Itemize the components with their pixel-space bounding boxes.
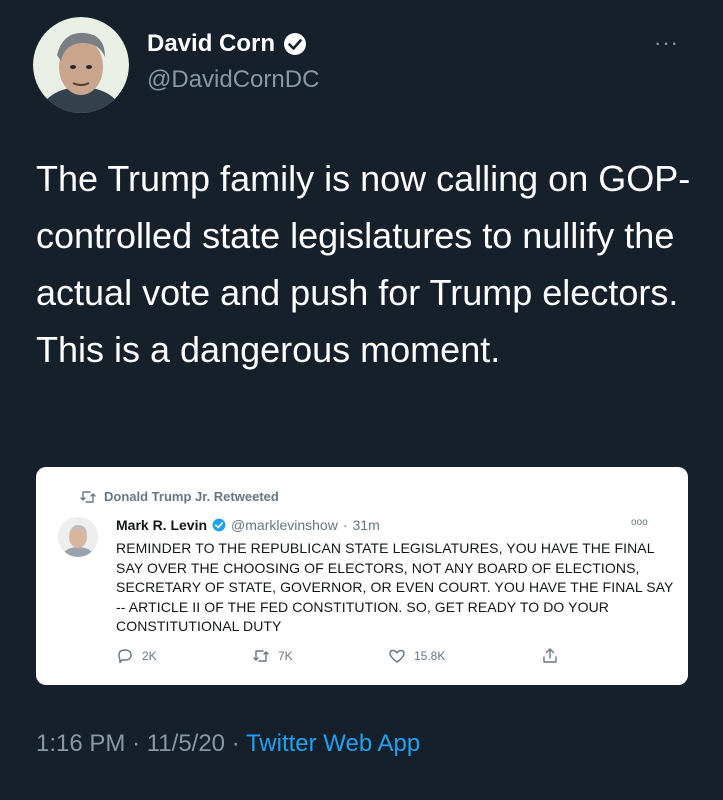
reply-icon bbox=[118, 649, 132, 664]
like-button[interactable]: 15.8K bbox=[388, 647, 445, 665]
separator-dot: · bbox=[132, 730, 141, 757]
retweet-icon bbox=[253, 650, 269, 662]
more-dots-icon[interactable]: ··· bbox=[654, 30, 679, 56]
tweet-time[interactable]: 1:16 PM bbox=[36, 730, 125, 757]
like-count: 15.8K bbox=[414, 649, 446, 663]
share-button[interactable] bbox=[541, 647, 559, 665]
quoted-time[interactable]: 31m bbox=[353, 517, 380, 533]
retweet-count: 7K bbox=[278, 649, 293, 663]
embedded-tweet-card[interactable]: Donald Trump Jr. Retweeted Mark R. Levin… bbox=[36, 467, 688, 685]
retweet-note-text: Donald Trump Jr. Retweeted bbox=[104, 489, 279, 504]
verified-badge-icon bbox=[212, 518, 226, 532]
quoted-tweet-text: REMINDER TO THE REPUBLICAN STATE LEGISLA… bbox=[116, 540, 674, 634]
quoted-author-handle[interactable]: @marklevinshow bbox=[231, 517, 338, 533]
quoted-author-name[interactable]: Mark R. Levin bbox=[116, 517, 207, 533]
retweet-icon bbox=[80, 490, 96, 503]
separator-dot: · bbox=[342, 517, 348, 533]
retweet-button[interactable]: 7K bbox=[252, 647, 293, 665]
author-name[interactable]: David Corn bbox=[147, 30, 275, 58]
separator-dot: · bbox=[231, 730, 240, 757]
quoted-author-avatar[interactable] bbox=[58, 517, 98, 557]
author-avatar[interactable] bbox=[33, 17, 129, 113]
verified-badge-icon bbox=[284, 33, 307, 55]
retweet-note: Donald Trump Jr. Retweeted bbox=[80, 489, 279, 504]
quoted-more-icon[interactable]: ooo bbox=[631, 517, 648, 528]
quoted-author-row: Mark R. Levin @marklevinshow · 31m bbox=[116, 517, 380, 533]
reply-count: 2K bbox=[142, 649, 157, 663]
tweet-footer: 1:16 PM · 11/5/20 · Twitter Web App bbox=[36, 730, 420, 758]
author-handle[interactable]: @DavidCornDC bbox=[147, 66, 319, 94]
tweet-date[interactable]: 11/5/20 bbox=[147, 730, 225, 757]
author-name-row[interactable]: David Corn bbox=[147, 30, 307, 58]
heart-icon bbox=[389, 649, 405, 663]
tweet-text: The Trump family is now calling on GOP-c… bbox=[36, 158, 691, 370]
quoted-actions-bar: 2K 7K 15.8K bbox=[116, 647, 566, 669]
reply-button[interactable]: 2K bbox=[116, 647, 157, 665]
share-icon bbox=[543, 648, 557, 663]
source-app-link[interactable]: Twitter Web App bbox=[246, 730, 420, 757]
